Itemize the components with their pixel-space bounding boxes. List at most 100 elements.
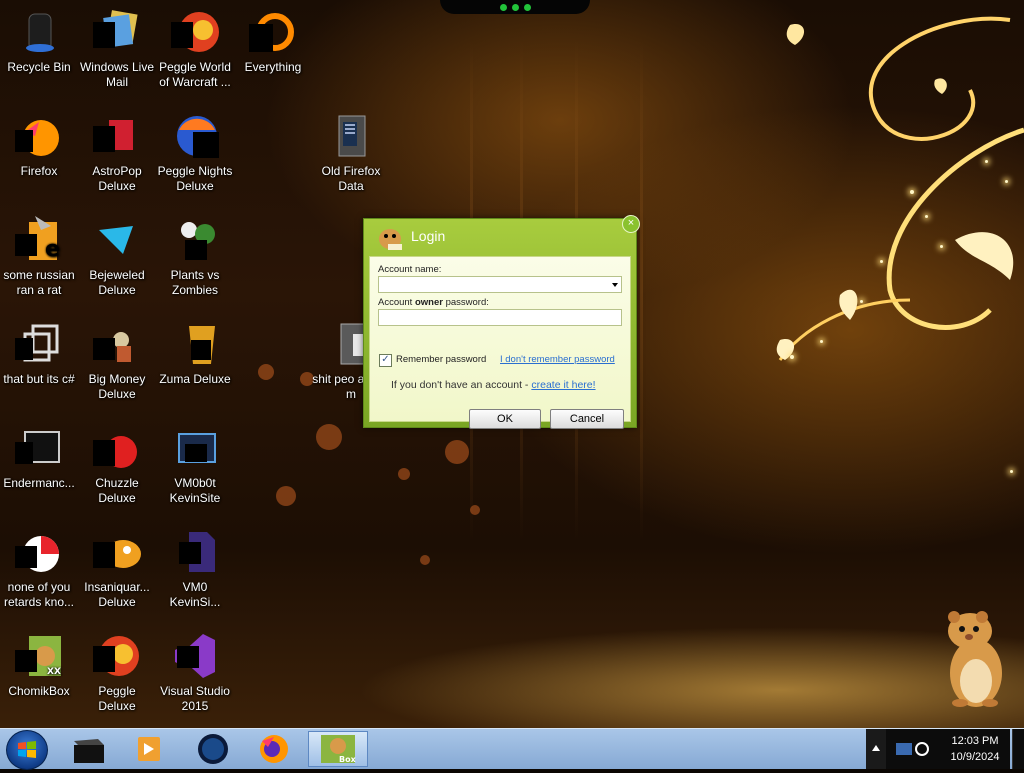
cancel-button[interactable]: Cancel	[550, 409, 624, 429]
remember-password-checkbox[interactable]: ✓	[379, 354, 392, 367]
icon-label: some russian ran a rat	[3, 268, 75, 297]
icon-label: AstroPop Deluxe	[92, 164, 142, 193]
desktop-icon-windows-live-mail[interactable]: Windows Live Mail	[78, 2, 156, 98]
desktop-icon-firefox[interactable]: Firefox	[0, 106, 78, 202]
chevron-up-icon[interactable]	[872, 745, 880, 751]
vm-icon	[171, 424, 219, 472]
icon-label: Peggle Deluxe	[98, 684, 136, 713]
dialog-titlebar[interactable]: Login	[364, 219, 636, 253]
ok-button[interactable]: OK	[469, 409, 541, 429]
login-dialog: Login × Account name: Account owner pass…	[363, 215, 640, 429]
firefox-icon	[260, 735, 288, 763]
desktop-icon-that-but-csharp[interactable]: that but its c#	[0, 314, 78, 410]
start-button[interactable]	[6, 730, 48, 770]
peggle-deluxe-icon	[93, 632, 141, 680]
tray-overflow[interactable]	[866, 729, 886, 769]
dialog-body: Account name: Account owner password: ✓ …	[369, 256, 631, 429]
hamster-logo-icon	[376, 224, 404, 250]
icon-label: none of you retards kno...	[3, 580, 75, 609]
insaniquarium-icon	[93, 528, 141, 576]
icon-label: Insaniquar... Deluxe	[84, 580, 150, 609]
desktop-icon-astropop[interactable]: AstroPop Deluxe	[78, 106, 156, 202]
zuma-icon	[171, 320, 219, 368]
desktop-icon-peggle-nights[interactable]: Peggle Nights Deluxe	[156, 106, 234, 202]
system-clock[interactable]: 12:03 PM 10/9/2024	[940, 729, 1010, 769]
taskbar-firefox[interactable]	[248, 731, 298, 767]
create-account-link[interactable]: create it here!	[531, 379, 595, 391]
windows-logo-icon	[18, 741, 36, 758]
icon-label: Recycle Bin	[7, 60, 71, 74]
dialog-title: Login	[411, 228, 446, 244]
taskbar-explorer[interactable]	[64, 731, 114, 767]
top-gadget	[440, 0, 590, 14]
chomikbox-icon: Box	[321, 735, 357, 764]
desktop-icon-big-money[interactable]: Big Money Deluxe	[78, 314, 156, 410]
svg-text:XX: XX	[47, 667, 61, 677]
desktop-icon-insaniquarium[interactable]: Insaniquar... Deluxe	[78, 522, 156, 618]
folder-icon	[327, 112, 375, 160]
desktop-icon-bejeweled[interactable]: Bejeweled Deluxe	[78, 210, 156, 306]
bigmoney-icon	[93, 320, 141, 368]
desktop-icon-peggle-wow[interactable]: Peggle World of Warcraft ...	[156, 2, 234, 98]
network-icon[interactable]	[886, 729, 940, 769]
desktop-icon-old-firefox-data[interactable]: Old Firefox Data	[312, 106, 390, 202]
account-name-input[interactable]	[379, 279, 603, 296]
icon-label: Old Firefox Data	[321, 164, 381, 193]
media-player-icon	[138, 737, 160, 761]
desktop-icon-vm0-kevinsite[interactable]: VM0 KevinSi...	[156, 522, 234, 618]
icon-label: Bejeweled Deluxe	[89, 268, 145, 297]
visual-studio-icon	[171, 632, 219, 680]
search-app-icon	[249, 8, 297, 56]
desktop-icon-some-russian[interactable]: e some russian ran a rat	[0, 210, 78, 306]
shortcut-icon: e	[15, 216, 63, 264]
document-icon	[171, 528, 219, 576]
show-desktop-button[interactable]	[1012, 729, 1024, 769]
taskbar-globe[interactable]	[188, 731, 238, 767]
forgot-password-link[interactable]: I don't remember password	[500, 354, 615, 365]
desktop-icon-endermanc[interactable]: Endermanc...	[0, 418, 78, 514]
close-button[interactable]: ×	[622, 215, 640, 233]
icon-label: Chuzzle Deluxe	[95, 476, 139, 505]
chevron-down-icon[interactable]	[612, 283, 618, 287]
icon-label: Zuma Deluxe	[159, 372, 231, 386]
explorer-icon	[74, 739, 104, 763]
icon-label: Plants vs Zombies	[170, 268, 220, 297]
mail-icon	[93, 8, 141, 56]
taskbar: Box 12:03 PM 10/9/2024	[0, 728, 1024, 770]
taskbar-chomikbox[interactable]: Box	[308, 731, 368, 767]
icon-label: that but its c#	[3, 372, 75, 386]
account-name-dropdown[interactable]	[378, 276, 622, 296]
svg-text:Box: Box	[339, 755, 357, 764]
desktop-icon-plants-vs-zombies[interactable]: Plants vs Zombies	[156, 210, 234, 306]
desktop-icon-everything[interactable]: Everything	[234, 2, 312, 98]
system-tray[interactable]	[886, 729, 940, 769]
svg-text:e: e	[45, 237, 60, 262]
hamster-mascot	[940, 605, 1010, 710]
taskbar-media-player[interactable]	[122, 731, 172, 767]
recycle-bin-icon	[15, 8, 63, 56]
desktop-icon-zuma[interactable]: Zuma Deluxe	[156, 314, 234, 410]
icon-label: Everything	[244, 60, 302, 74]
shortcut-icon	[15, 320, 63, 368]
clock-date: 10/9/2024	[950, 751, 1000, 763]
password-input[interactable]	[379, 312, 603, 329]
bejeweled-icon	[93, 216, 141, 264]
globe-icon	[198, 734, 228, 764]
icon-label: Windows Live Mail	[79, 60, 155, 89]
desktop-icon-recycle-bin[interactable]: Recycle Bin	[0, 2, 78, 98]
swirl-decoration	[776, 16, 1024, 361]
firefox-icon	[15, 112, 63, 160]
desktop-icon-vm0b0t[interactable]: VM0b0t KevinSite	[156, 418, 234, 514]
icon-label: Firefox	[20, 164, 58, 178]
desktop-icon-visual-studio[interactable]: Visual Studio 2015	[156, 626, 234, 722]
desktop-icon-chomikbox[interactable]: XX ChomikBox	[0, 626, 78, 722]
peggle-nights-icon	[171, 112, 219, 160]
icon-label: Big Money Deluxe	[88, 372, 146, 401]
icon-label: Visual Studio 2015	[160, 684, 230, 713]
password-field[interactable]	[378, 309, 622, 329]
icon-label: Endermanc...	[3, 476, 75, 490]
desktop-icon-none-of-you[interactable]: none of you retards kno...	[0, 522, 78, 618]
desktop-icon-peggle-deluxe[interactable]: Peggle Deluxe	[78, 626, 156, 722]
icon-label: VM0b0t KevinSite	[169, 476, 221, 505]
desktop-icon-chuzzle[interactable]: Chuzzle Deluxe	[78, 418, 156, 514]
